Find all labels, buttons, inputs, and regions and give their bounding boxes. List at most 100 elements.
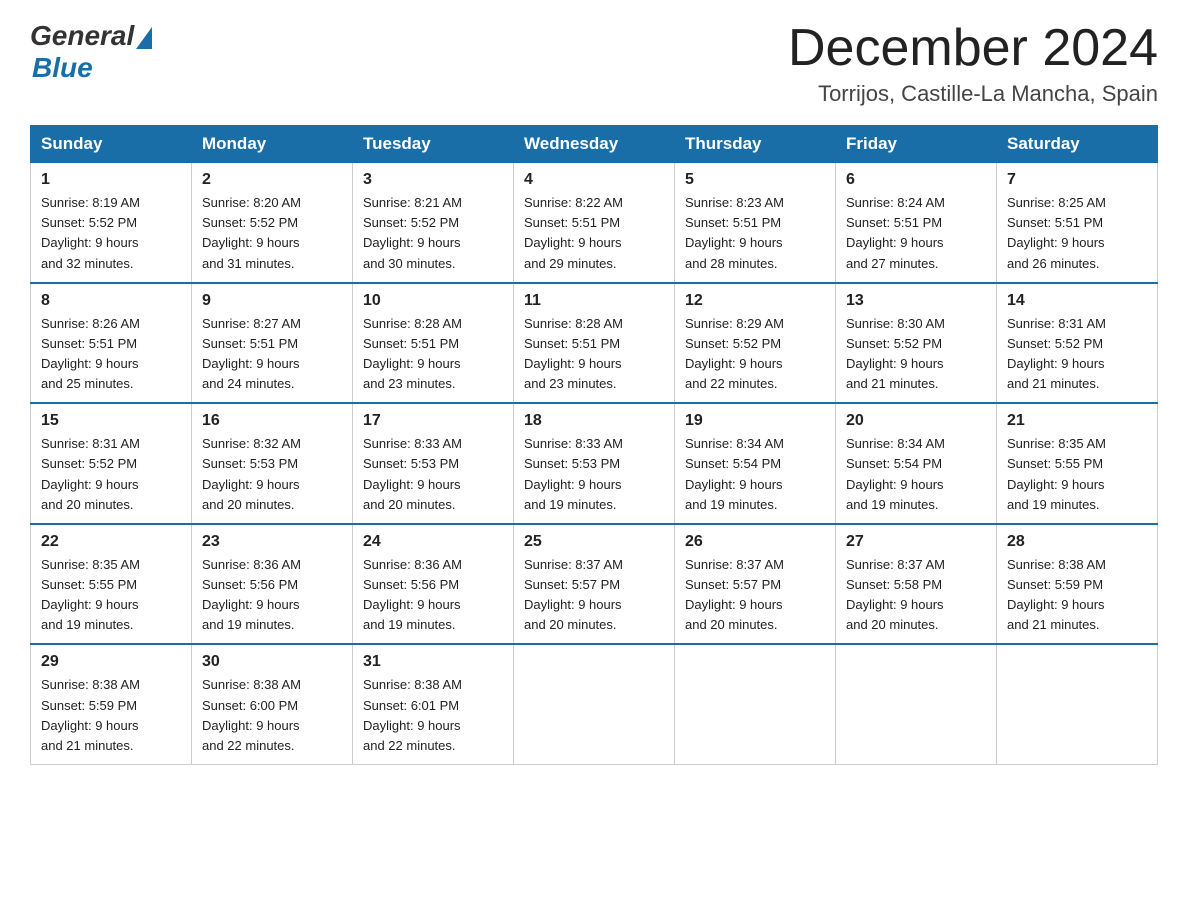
cell-info: Sunrise: 8:36 AMSunset: 5:56 PMDaylight:… — [202, 557, 301, 632]
table-row: 6 Sunrise: 8:24 AMSunset: 5:51 PMDaylight… — [836, 163, 997, 283]
day-number: 14 — [1007, 292, 1147, 310]
table-row — [675, 644, 836, 764]
col-sunday: Sunday — [31, 126, 192, 163]
cell-info: Sunrise: 8:20 AMSunset: 5:52 PMDaylight:… — [202, 195, 301, 270]
day-number: 8 — [41, 292, 181, 310]
table-row: 27Sunrise: 8:37 AMSunset: 5:58 PMDayligh… — [836, 524, 997, 645]
cell-info: Sunrise: 8:22 AMSunset: 5:51 PMDaylight:… — [524, 195, 623, 270]
table-row: 28 Sunrise: 8:38 AMSunset: 5:59 PMDayligh… — [997, 524, 1158, 645]
cell-info: Sunrise: 8:19 AMSunset: 5:52 PMDaylight:… — [41, 195, 140, 270]
cell-info: Sunrise: 8:38 AMSunset: 6:00 PMDaylight:… — [202, 677, 301, 752]
day-number: 9 — [202, 292, 342, 310]
day-number: 10 — [363, 292, 503, 310]
day-number: 30 — [202, 653, 342, 671]
logo-triangle-icon — [136, 27, 152, 49]
table-row: 24 Sunrise: 8:36 AMSunset: 5:56 PMDayligh… — [353, 524, 514, 645]
cell-info: Sunrise: 8:24 AMSunset: 5:51 PMDaylight:… — [846, 195, 945, 270]
day-number: 6 — [846, 171, 986, 189]
day-number: 27 — [846, 533, 986, 551]
table-row: 5 Sunrise: 8:23 AMSunset: 5:51 PMDaylight… — [675, 163, 836, 283]
cell-info: Sunrise: 8:25 AMSunset: 5:51 PMDaylight:… — [1007, 195, 1106, 270]
day-number: 26 — [685, 533, 825, 551]
col-tuesday: Tuesday — [353, 126, 514, 163]
title-block: December 2024 Torrijos, Castille-La Manc… — [788, 20, 1158, 107]
table-row: 23 Sunrise: 8:36 AMSunset: 5:56 PMDayligh… — [192, 524, 353, 645]
cell-info: Sunrise: 8:35 AMSunset: 5:55 PMDaylight:… — [1007, 436, 1106, 511]
cell-info: Sunrise: 8:21 AMSunset: 5:52 PMDaylight:… — [363, 195, 462, 270]
cell-info: Sunrise: 8:38 AMSunset: 5:59 PMDaylight:… — [41, 677, 140, 752]
day-number: 3 — [363, 171, 503, 189]
day-number: 5 — [685, 171, 825, 189]
cell-info: Sunrise: 8:35 AMSunset: 5:55 PMDaylight:… — [41, 557, 140, 632]
table-row — [514, 644, 675, 764]
day-number: 19 — [685, 412, 825, 430]
table-row: 31Sunrise: 8:38 AMSunset: 6:01 PMDayligh… — [353, 644, 514, 764]
table-row: 19Sunrise: 8:34 AMSunset: 5:54 PMDayligh… — [675, 403, 836, 524]
calendar-header-row: Sunday Monday Tuesday Wednesday Thursday… — [31, 126, 1158, 163]
day-number: 13 — [846, 292, 986, 310]
cell-info: Sunrise: 8:26 AMSunset: 5:51 PMDaylight:… — [41, 316, 140, 391]
table-row: 14 Sunrise: 8:31 AMSunset: 5:52 PMDayligh… — [997, 283, 1158, 404]
table-row: 8 Sunrise: 8:26 AMSunset: 5:51 PMDaylight… — [31, 283, 192, 404]
table-row: 11 Sunrise: 8:28 AMSunset: 5:51 PMDayligh… — [514, 283, 675, 404]
table-row: 1 Sunrise: 8:19 AMSunset: 5:52 PMDaylight… — [31, 163, 192, 283]
table-row: 13 Sunrise: 8:30 AMSunset: 5:52 PMDayligh… — [836, 283, 997, 404]
day-number: 2 — [202, 171, 342, 189]
table-row: 21Sunrise: 8:35 AMSunset: 5:55 PMDayligh… — [997, 403, 1158, 524]
table-row: 16 Sunrise: 8:32 AMSunset: 5:53 PMDayligh… — [192, 403, 353, 524]
day-number: 12 — [685, 292, 825, 310]
day-number: 31 — [363, 653, 503, 671]
cell-info: Sunrise: 8:33 AMSunset: 5:53 PMDaylight:… — [524, 436, 623, 511]
day-number: 7 — [1007, 171, 1147, 189]
day-number: 15 — [41, 412, 181, 430]
table-row: 30 Sunrise: 8:38 AMSunset: 6:00 PMDayligh… — [192, 644, 353, 764]
day-number: 22 — [41, 533, 181, 551]
table-row — [997, 644, 1158, 764]
day-number: 20 — [846, 412, 986, 430]
cell-info: Sunrise: 8:23 AMSunset: 5:51 PMDaylight:… — [685, 195, 784, 270]
day-number: 23 — [202, 533, 342, 551]
day-number: 25 — [524, 533, 664, 551]
month-year-title: December 2024 — [788, 20, 1158, 77]
col-saturday: Saturday — [997, 126, 1158, 163]
cell-info: Sunrise: 8:32 AMSunset: 5:53 PMDaylight:… — [202, 436, 301, 511]
table-row: 18 Sunrise: 8:33 AMSunset: 5:53 PMDayligh… — [514, 403, 675, 524]
calendar-table: Sunday Monday Tuesday Wednesday Thursday… — [30, 125, 1158, 765]
table-row: 12 Sunrise: 8:29 AMSunset: 5:52 PMDayligh… — [675, 283, 836, 404]
logo-blue-text: Blue — [32, 52, 93, 84]
cell-info: Sunrise: 8:37 AMSunset: 5:57 PMDaylight:… — [524, 557, 623, 632]
cell-info: Sunrise: 8:34 AMSunset: 5:54 PMDaylight:… — [846, 436, 945, 511]
day-number: 4 — [524, 171, 664, 189]
table-row: 26 Sunrise: 8:37 AMSunset: 5:57 PMDayligh… — [675, 524, 836, 645]
cell-info: Sunrise: 8:30 AMSunset: 5:52 PMDaylight:… — [846, 316, 945, 391]
day-number: 11 — [524, 292, 664, 310]
cell-info: Sunrise: 8:37 AMSunset: 5:57 PMDaylight:… — [685, 557, 784, 632]
table-row: 22 Sunrise: 8:35 AMSunset: 5:55 PMDayligh… — [31, 524, 192, 645]
cell-info: Sunrise: 8:31 AMSunset: 5:52 PMDaylight:… — [1007, 316, 1106, 391]
cell-info: Sunrise: 8:28 AMSunset: 5:51 PMDaylight:… — [363, 316, 462, 391]
table-row: 9Sunrise: 8:27 AMSunset: 5:51 PMDaylight… — [192, 283, 353, 404]
day-number: 18 — [524, 412, 664, 430]
calendar-week-row: 15 Sunrise: 8:31 AMSunset: 5:52 PMDayligh… — [31, 403, 1158, 524]
table-row: 20 Sunrise: 8:34 AMSunset: 5:54 PMDayligh… — [836, 403, 997, 524]
col-wednesday: Wednesday — [514, 126, 675, 163]
cell-info: Sunrise: 8:29 AMSunset: 5:52 PMDaylight:… — [685, 316, 784, 391]
cell-info: Sunrise: 8:36 AMSunset: 5:56 PMDaylight:… — [363, 557, 462, 632]
day-number: 28 — [1007, 533, 1147, 551]
logo-general-text: General — [30, 20, 134, 52]
table-row: 10 Sunrise: 8:28 AMSunset: 5:51 PMDayligh… — [353, 283, 514, 404]
calendar-week-row: 1 Sunrise: 8:19 AMSunset: 5:52 PMDaylight… — [31, 163, 1158, 283]
cell-info: Sunrise: 8:33 AMSunset: 5:53 PMDaylight:… — [363, 436, 462, 511]
location-subtitle: Torrijos, Castille-La Mancha, Spain — [788, 81, 1158, 107]
table-row: 3 Sunrise: 8:21 AMSunset: 5:52 PMDaylight… — [353, 163, 514, 283]
day-number: 1 — [41, 171, 181, 189]
logo: General Blue — [30, 20, 152, 84]
day-number: 16 — [202, 412, 342, 430]
calendar-week-row: 22 Sunrise: 8:35 AMSunset: 5:55 PMDayligh… — [31, 524, 1158, 645]
cell-info: Sunrise: 8:31 AMSunset: 5:52 PMDaylight:… — [41, 436, 140, 511]
cell-info: Sunrise: 8:28 AMSunset: 5:51 PMDaylight:… — [524, 316, 623, 391]
cell-info: Sunrise: 8:38 AMSunset: 5:59 PMDaylight:… — [1007, 557, 1106, 632]
day-number: 24 — [363, 533, 503, 551]
table-row: 25 Sunrise: 8:37 AMSunset: 5:57 PMDayligh… — [514, 524, 675, 645]
calendar-week-row: 8 Sunrise: 8:26 AMSunset: 5:51 PMDaylight… — [31, 283, 1158, 404]
